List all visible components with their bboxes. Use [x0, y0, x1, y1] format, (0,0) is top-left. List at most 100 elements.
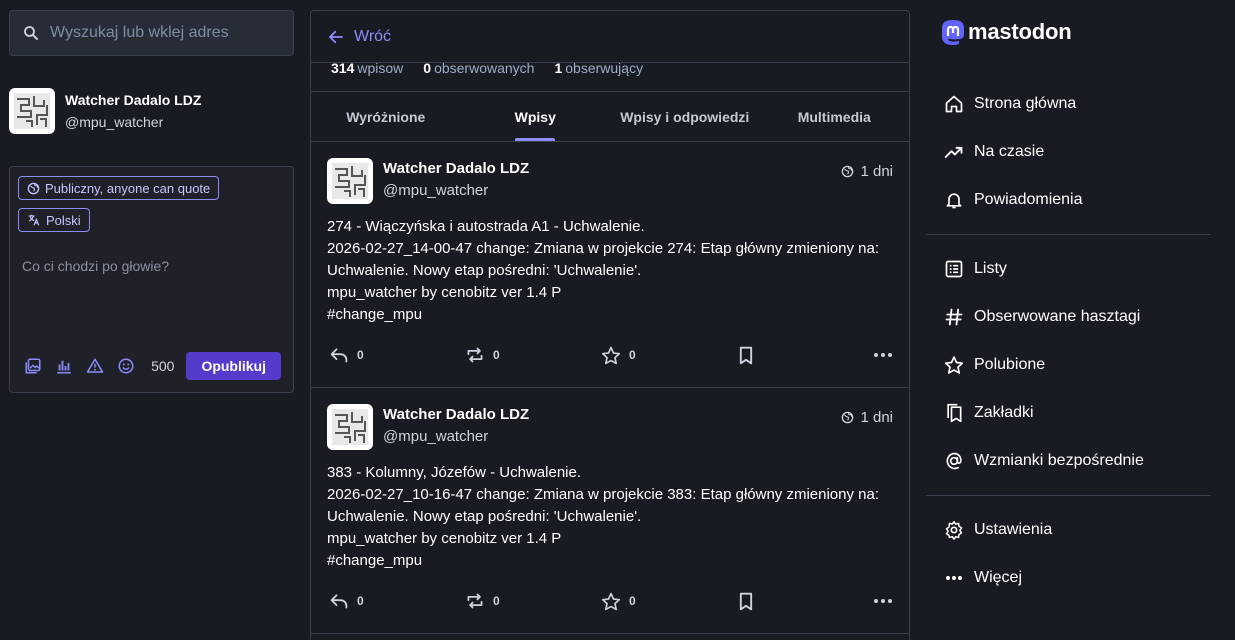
avatar[interactable] — [9, 88, 55, 134]
post-action-bar: 0 0 0 — [327, 590, 893, 612]
nav-label: Powiadomienia — [974, 191, 1083, 208]
post-timestamp[interactable]: 1 dni — [841, 404, 893, 426]
publish-button[interactable]: Opublikuj — [186, 352, 281, 380]
brand-wordmark: mastodon — [968, 19, 1072, 44]
post-display-name[interactable]: Watcher Dadalo LDZ — [383, 160, 831, 177]
emoji-icon[interactable] — [116, 356, 135, 376]
post-timestamp[interactable]: 1 dni — [841, 158, 893, 180]
posts-count[interactable]: 314 wpisow — [331, 63, 403, 76]
globe-icon — [841, 411, 854, 424]
post-time: 1 dni — [860, 163, 893, 180]
nav-item-home[interactable]: Strona główna — [926, 80, 1211, 128]
boost-icon — [465, 592, 485, 610]
followers-count[interactable]: 1 obserwujący — [554, 63, 643, 76]
warning-icon[interactable] — [86, 356, 105, 376]
favourite-count: 0 — [629, 594, 636, 608]
more-options-button[interactable] — [873, 352, 893, 358]
boost-button[interactable]: 0 — [465, 346, 601, 364]
nav-label: Obserwowane hasztagi — [974, 308, 1141, 325]
post-hashtag[interactable]: #change_mpu — [327, 550, 893, 572]
main-navigation: Strona główna Na czasie Powiadomienia Li… — [926, 80, 1211, 602]
post-line: 274 - Wiączyńska i autostrada A1 - Uchwa… — [327, 218, 645, 235]
nav-item-followed-hashtags[interactable]: Obserwowane hasztagi — [926, 293, 1211, 341]
reply-count: 0 — [357, 348, 364, 362]
post-display-name[interactable]: Watcher Dadalo LDZ — [383, 406, 831, 423]
search-box[interactable] — [9, 10, 294, 56]
favourite-button[interactable]: 0 — [601, 592, 737, 611]
tab-posts[interactable]: Wpisy — [461, 92, 611, 141]
post-handle: @mpu_watcher — [383, 182, 489, 199]
post-line: mpu_watcher by cenobitz ver 1.4 P — [327, 284, 562, 301]
translate-icon — [27, 213, 41, 227]
bookmark-icon — [737, 346, 755, 365]
at-icon — [944, 451, 964, 471]
bookmark-button[interactable] — [737, 346, 873, 365]
mastodon-icon — [940, 19, 966, 49]
nav-label: Polubione — [974, 356, 1046, 373]
more-icon — [873, 352, 893, 358]
reply-button[interactable]: 0 — [329, 346, 465, 364]
post-avatar[interactable] — [327, 404, 373, 450]
mastodon-logo[interactable]: mastodon — [940, 18, 1211, 50]
search-icon — [22, 24, 40, 42]
nav-label: Listy — [974, 260, 1007, 277]
nav-label: Na czasie — [974, 143, 1045, 160]
compose-form: Publiczny, anyone can quote Polski Co ci… — [9, 166, 294, 393]
gear-icon — [944, 520, 964, 540]
post-content: 383 - Kolumny, Józefów - Uchwalenie. 202… — [327, 462, 893, 572]
post-content: 274 - Wiączyńska i autostrada A1 - Uchwa… — [327, 216, 893, 326]
tab-media[interactable]: Multimedia — [760, 92, 910, 141]
reply-count: 0 — [357, 594, 364, 608]
favourite-button[interactable]: 0 — [601, 346, 737, 365]
tab-featured[interactable]: Wyróżnione — [311, 92, 461, 141]
compose-textarea[interactable]: Co ci chodzi po głowie? — [22, 258, 285, 274]
bookmark-button[interactable] — [737, 592, 873, 611]
profile-stats: 314 wpisow 0 obserwowanych 1 obserwujący — [311, 62, 909, 92]
nav-label: Zakładki — [974, 404, 1034, 421]
nav-item-direct-mentions[interactable]: Wzmianki bezpośrednie — [926, 437, 1211, 485]
bookmark-icon — [737, 592, 755, 611]
nav-divider — [926, 234, 1211, 235]
visibility-button[interactable]: Publiczny, anyone can quote — [18, 176, 220, 200]
account-handle: @mpu_watcher — [65, 114, 164, 130]
boost-count: 0 — [493, 594, 500, 608]
tab-posts-and-replies[interactable]: Wpisy i odpowiedzi — [610, 92, 760, 141]
bell-icon — [944, 190, 964, 210]
poll-icon[interactable] — [55, 356, 74, 376]
reply-button[interactable]: 0 — [329, 592, 465, 610]
profile-column: Wróć 314 wpisow 0 obserwowanych 1 obserwują… — [310, 10, 910, 640]
post-avatar[interactable] — [327, 158, 373, 204]
trending-icon — [944, 142, 964, 162]
globe-icon — [27, 182, 40, 195]
language-button[interactable]: Polski — [18, 208, 90, 232]
status-post[interactable]: Watcher Dadalo LDZ @mpu_watcher 1 dni 27… — [311, 142, 909, 388]
nav-item-more[interactable]: Więcej — [926, 554, 1211, 602]
character-counter: 500 — [151, 358, 175, 374]
nav-item-lists[interactable]: Listy — [926, 245, 1211, 293]
nav-label: Ustawienia — [974, 521, 1053, 538]
nav-label: Więcej — [974, 569, 1023, 586]
nav-item-settings[interactable]: Ustawienia — [926, 506, 1211, 554]
media-icon[interactable] — [24, 356, 43, 376]
nav-item-bookmarks[interactable]: Zakładki — [926, 389, 1211, 437]
star-icon — [944, 355, 964, 375]
nav-item-notifications[interactable]: Powiadomienia — [926, 176, 1211, 224]
boost-count: 0 — [493, 348, 500, 362]
following-count[interactable]: 0 obserwowanych — [423, 63, 534, 76]
status-post[interactable]: Watcher Dadalo LDZ @mpu_watcher 1 dni 38… — [311, 388, 909, 634]
post-line: mpu_watcher by cenobitz ver 1.4 P — [327, 530, 562, 547]
boost-button[interactable]: 0 — [465, 592, 601, 610]
home-icon — [944, 94, 964, 114]
post-hashtag[interactable]: #change_mpu — [327, 304, 893, 326]
more-options-button[interactable] — [873, 598, 893, 604]
post-action-bar: 0 0 0 — [327, 344, 893, 366]
post-line: 2026-02-27_10-16-47 change: Zmiana w pro… — [327, 486, 880, 525]
nav-item-trending[interactable]: Na czasie — [926, 128, 1211, 176]
account-display-name: Watcher Dadalo LDZ — [65, 92, 202, 108]
nav-item-favourites[interactable]: Polubione — [926, 341, 1211, 389]
current-account[interactable]: Watcher Dadalo LDZ @mpu_watcher — [9, 88, 294, 134]
search-input[interactable] — [50, 24, 281, 42]
arrow-left-icon — [327, 28, 345, 46]
hashtag-icon — [944, 307, 964, 327]
back-button[interactable]: Wróć — [311, 11, 909, 62]
